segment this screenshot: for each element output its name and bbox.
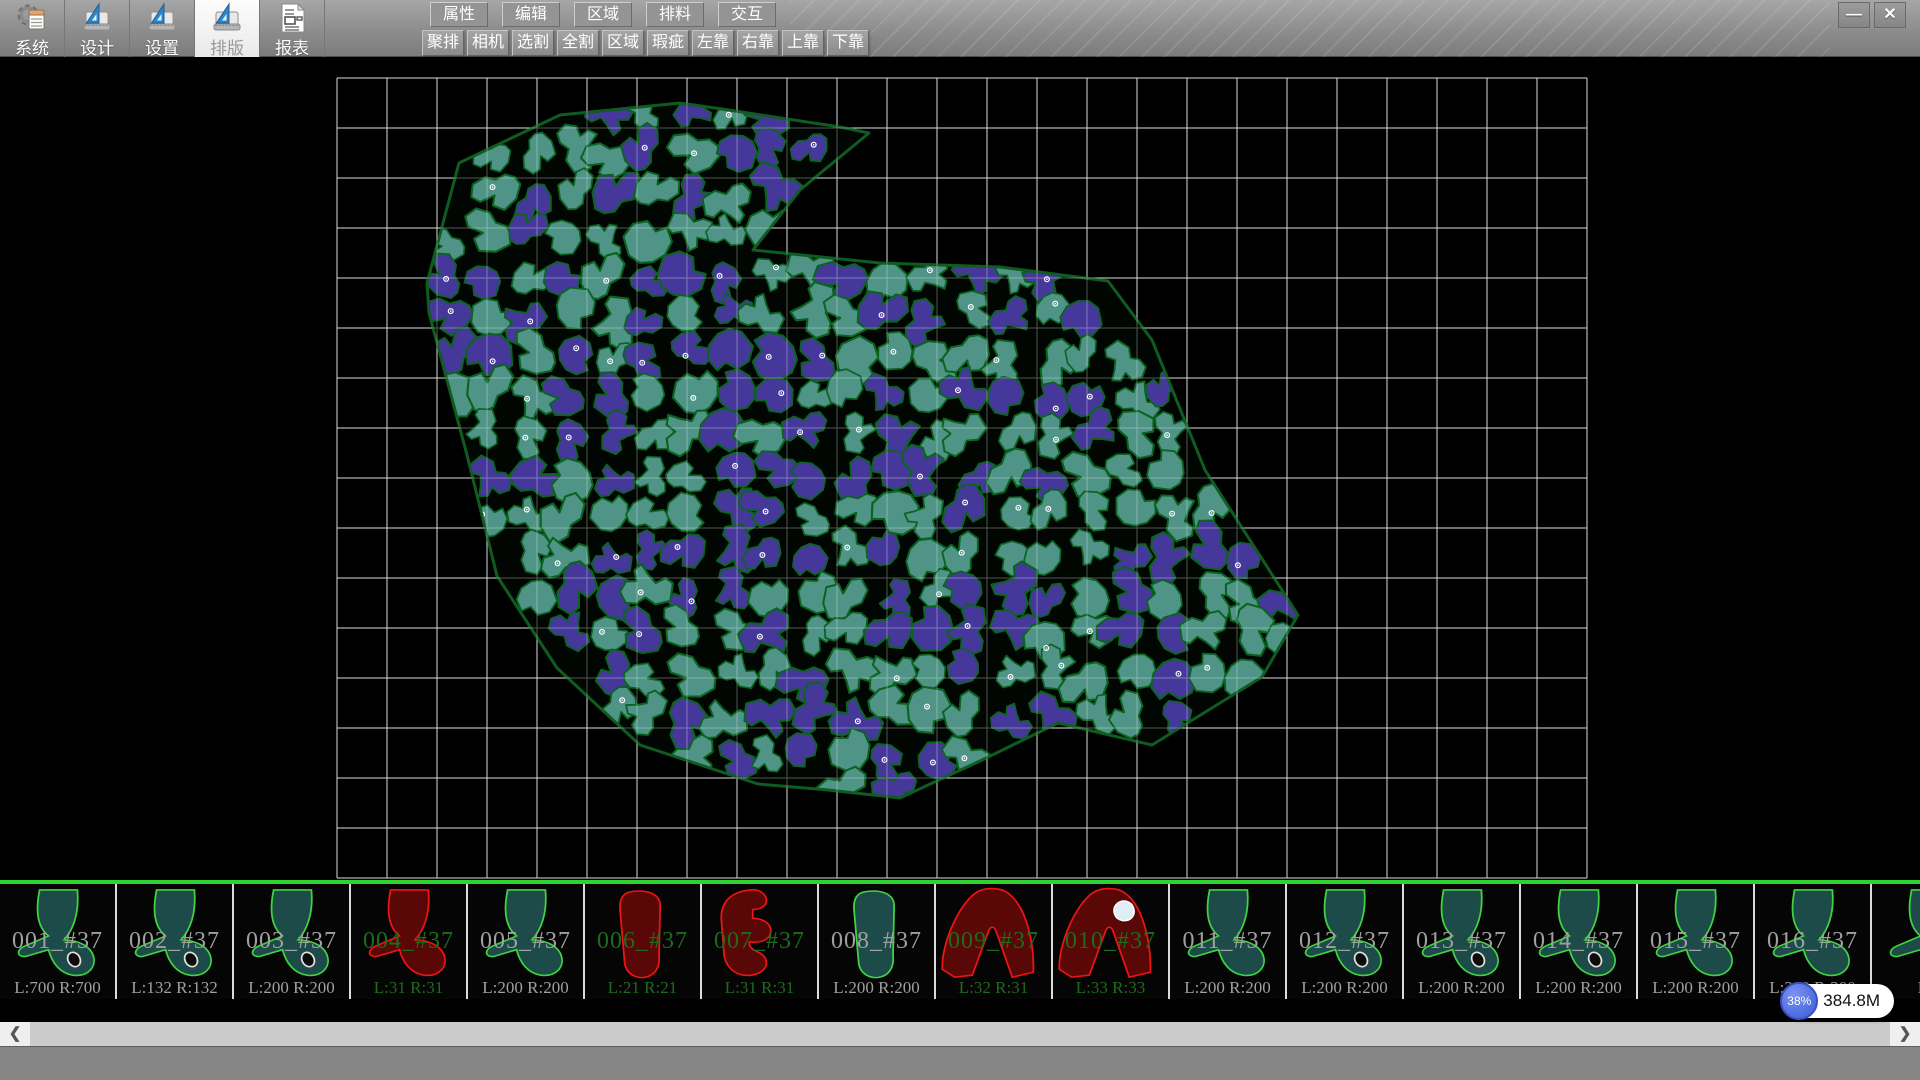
- menu-tab-3[interactable]: 区域: [574, 2, 632, 27]
- piece-thumbnail-strip: 001_#37 L:700 R:700 002_#37 L:132 R:132 …: [0, 884, 1920, 999]
- action-button-10[interactable]: 下靠: [827, 30, 869, 56]
- memory-status-badge: 38% 384.8M: [1783, 984, 1894, 1018]
- main-button-1[interactable]: 系统: [0, 0, 65, 57]
- settings-ruler-icon: [145, 2, 179, 39]
- main-button-label: 报表: [275, 39, 309, 59]
- piece-id-label: 012_#37: [1287, 928, 1402, 955]
- action-button-row: 聚排相机选割全割区域瑕疵左靠右靠上靠下靠: [422, 30, 872, 56]
- thumbnail-piece-2[interactable]: 002_#37 L:132 R:132: [117, 884, 234, 999]
- thumbnail-piece-9[interactable]: 009_#37 L:32 R:31: [936, 884, 1053, 999]
- piece-id-label: 014_#37: [1521, 928, 1636, 955]
- piece-lr-count: L:21 R:21: [585, 978, 700, 998]
- action-button-7[interactable]: 左靠: [692, 30, 734, 56]
- main-button-label: 设置: [145, 39, 179, 59]
- thumbnail-piece-10[interactable]: 010_#37 L:33 R:33: [1053, 884, 1170, 999]
- main-module-buttons: 系统 设计 设置 排版: [0, 0, 325, 57]
- thumbnail-piece-15[interactable]: 015_#37 L:200 R:200: [1638, 884, 1755, 999]
- piece-lr-count: L:200 R:200: [1404, 978, 1519, 998]
- piece-lr-count: L:32 R:31: [936, 978, 1051, 998]
- thumbnail-piece-7[interactable]: 007_#37 L:31 R:31: [702, 884, 819, 999]
- piece-lr-count: L:200 R:200: [234, 978, 349, 998]
- status-bar: [0, 1046, 1920, 1080]
- main-button-2[interactable]: 设计: [65, 0, 130, 57]
- design-ruler-icon: [80, 2, 114, 39]
- scroll-left-button[interactable]: ❮: [0, 1022, 30, 1046]
- action-button-6[interactable]: 瑕疵: [647, 30, 689, 56]
- thumbnail-piece-4[interactable]: 004_#37 L:31 R:31: [351, 884, 468, 999]
- thumbnail-piece-5[interactable]: 005_#37 L:200 R:200: [468, 884, 585, 999]
- strip-bottom-gap: [0, 999, 1920, 1022]
- minimize-button[interactable]: —: [1838, 2, 1870, 28]
- scroll-right-button[interactable]: ❯: [1890, 1022, 1920, 1046]
- piece-lr-count: L:700 R:700: [0, 978, 115, 998]
- nest-layout-svg: [0, 57, 1920, 880]
- action-button-5[interactable]: 区域: [602, 30, 644, 56]
- main-button-5[interactable]: 报表: [260, 0, 325, 57]
- piece-id-label: 007_#37: [702, 928, 817, 955]
- menu-tab-1[interactable]: 属性: [430, 2, 488, 27]
- action-button-2[interactable]: 相机: [467, 30, 509, 56]
- main-button-label: 系统: [15, 39, 49, 59]
- thumbnail-piece-1[interactable]: 001_#37 L:700 R:700: [0, 884, 117, 999]
- main-button-label: 设计: [80, 39, 114, 59]
- piece-lr-count: L:200 R:200: [1170, 978, 1285, 998]
- piece-id-label: 006_#37: [585, 928, 700, 955]
- menu-tab-5[interactable]: 交互: [718, 2, 776, 27]
- action-button-3[interactable]: 选割: [512, 30, 554, 56]
- thumbnail-piece-17[interactable]: 0 L:2: [1872, 884, 1920, 999]
- thumbnail-piece-16[interactable]: 016_#37 L:200 R:200: [1755, 884, 1872, 999]
- piece-lr-count: L:31 R:31: [702, 978, 817, 998]
- main-button-label: 排版: [210, 39, 244, 59]
- piece-id-label: 016_#37: [1755, 928, 1870, 955]
- piece-id-label: 004_#37: [351, 928, 466, 955]
- menu-tab-4[interactable]: 排料: [646, 2, 704, 27]
- piece-lr-count: L:200 R:200: [1287, 978, 1402, 998]
- piece-lr-count: L:132 R:132: [117, 978, 232, 998]
- piece-lr-count: L:33 R:33: [1053, 978, 1168, 998]
- close-button[interactable]: ✕: [1874, 2, 1906, 28]
- toolbar: 系统 设计 设置 排版: [0, 0, 1920, 57]
- piece-id-label: 0: [1872, 928, 1920, 955]
- main-button-4[interactable]: 排版: [195, 0, 260, 57]
- thumbnail-piece-8[interactable]: 008_#37 L:200 R:200: [819, 884, 936, 999]
- action-button-4[interactable]: 全割: [557, 30, 599, 56]
- memory-value: 384.8M: [1823, 991, 1880, 1011]
- thumbnail-piece-3[interactable]: 003_#37 L:200 R:200: [234, 884, 351, 999]
- thumbnail-piece-6[interactable]: 006_#37 L:21 R:21: [585, 884, 702, 999]
- system-gear-icon: [15, 2, 49, 39]
- piece-id-label: 001_#37: [0, 928, 115, 955]
- nesting-ruler-icon: [210, 2, 244, 39]
- menu-tab-row: 属性编辑区域排料交互: [430, 2, 790, 27]
- menu-tab-2[interactable]: 编辑: [502, 2, 560, 27]
- action-button-1[interactable]: 聚排: [422, 30, 464, 56]
- piece-id-label: 003_#37: [234, 928, 349, 955]
- piece-id-label: 011_#37: [1170, 928, 1285, 955]
- piece-id-label: 008_#37: [819, 928, 934, 955]
- main-button-3[interactable]: 设置: [130, 0, 195, 57]
- piece-lr-count: L:200 R:200: [1521, 978, 1636, 998]
- piece-lr-count: L:200 R:200: [1638, 978, 1753, 998]
- piece-lr-count: L:200 R:200: [819, 978, 934, 998]
- piece-id-label: 005_#37: [468, 928, 583, 955]
- thumbnail-piece-11[interactable]: 011_#37 L:200 R:200: [1170, 884, 1287, 999]
- thumbnail-piece-14[interactable]: 014_#37 L:200 R:200: [1521, 884, 1638, 999]
- piece-id-label: 002_#37: [117, 928, 232, 955]
- piece-id-label: 010_#37: [1053, 928, 1168, 955]
- horizontal-scrollbar[interactable]: ❮ ❯: [0, 1022, 1920, 1046]
- window-controls: — ✕: [1838, 2, 1906, 28]
- piece-id-label: 009_#37: [936, 928, 1051, 955]
- action-button-8[interactable]: 右靠: [737, 30, 779, 56]
- piece-lr-count: L:31 R:31: [351, 978, 466, 998]
- progress-percent-badge: 38%: [1780, 982, 1818, 1020]
- nesting-canvas[interactable]: [0, 57, 1920, 880]
- thumbnail-piece-12[interactable]: 012_#37 L:200 R:200: [1287, 884, 1404, 999]
- titlebar-hatch-texture: [790, 0, 1830, 57]
- action-button-9[interactable]: 上靠: [782, 30, 824, 56]
- thumbnail-piece-13[interactable]: 013_#37 L:200 R:200: [1404, 884, 1521, 999]
- piece-id-label: 015_#37: [1638, 928, 1753, 955]
- piece-lr-count: L:200 R:200: [468, 978, 583, 998]
- report-doc-icon: [275, 2, 309, 39]
- piece-id-label: 013_#37: [1404, 928, 1519, 955]
